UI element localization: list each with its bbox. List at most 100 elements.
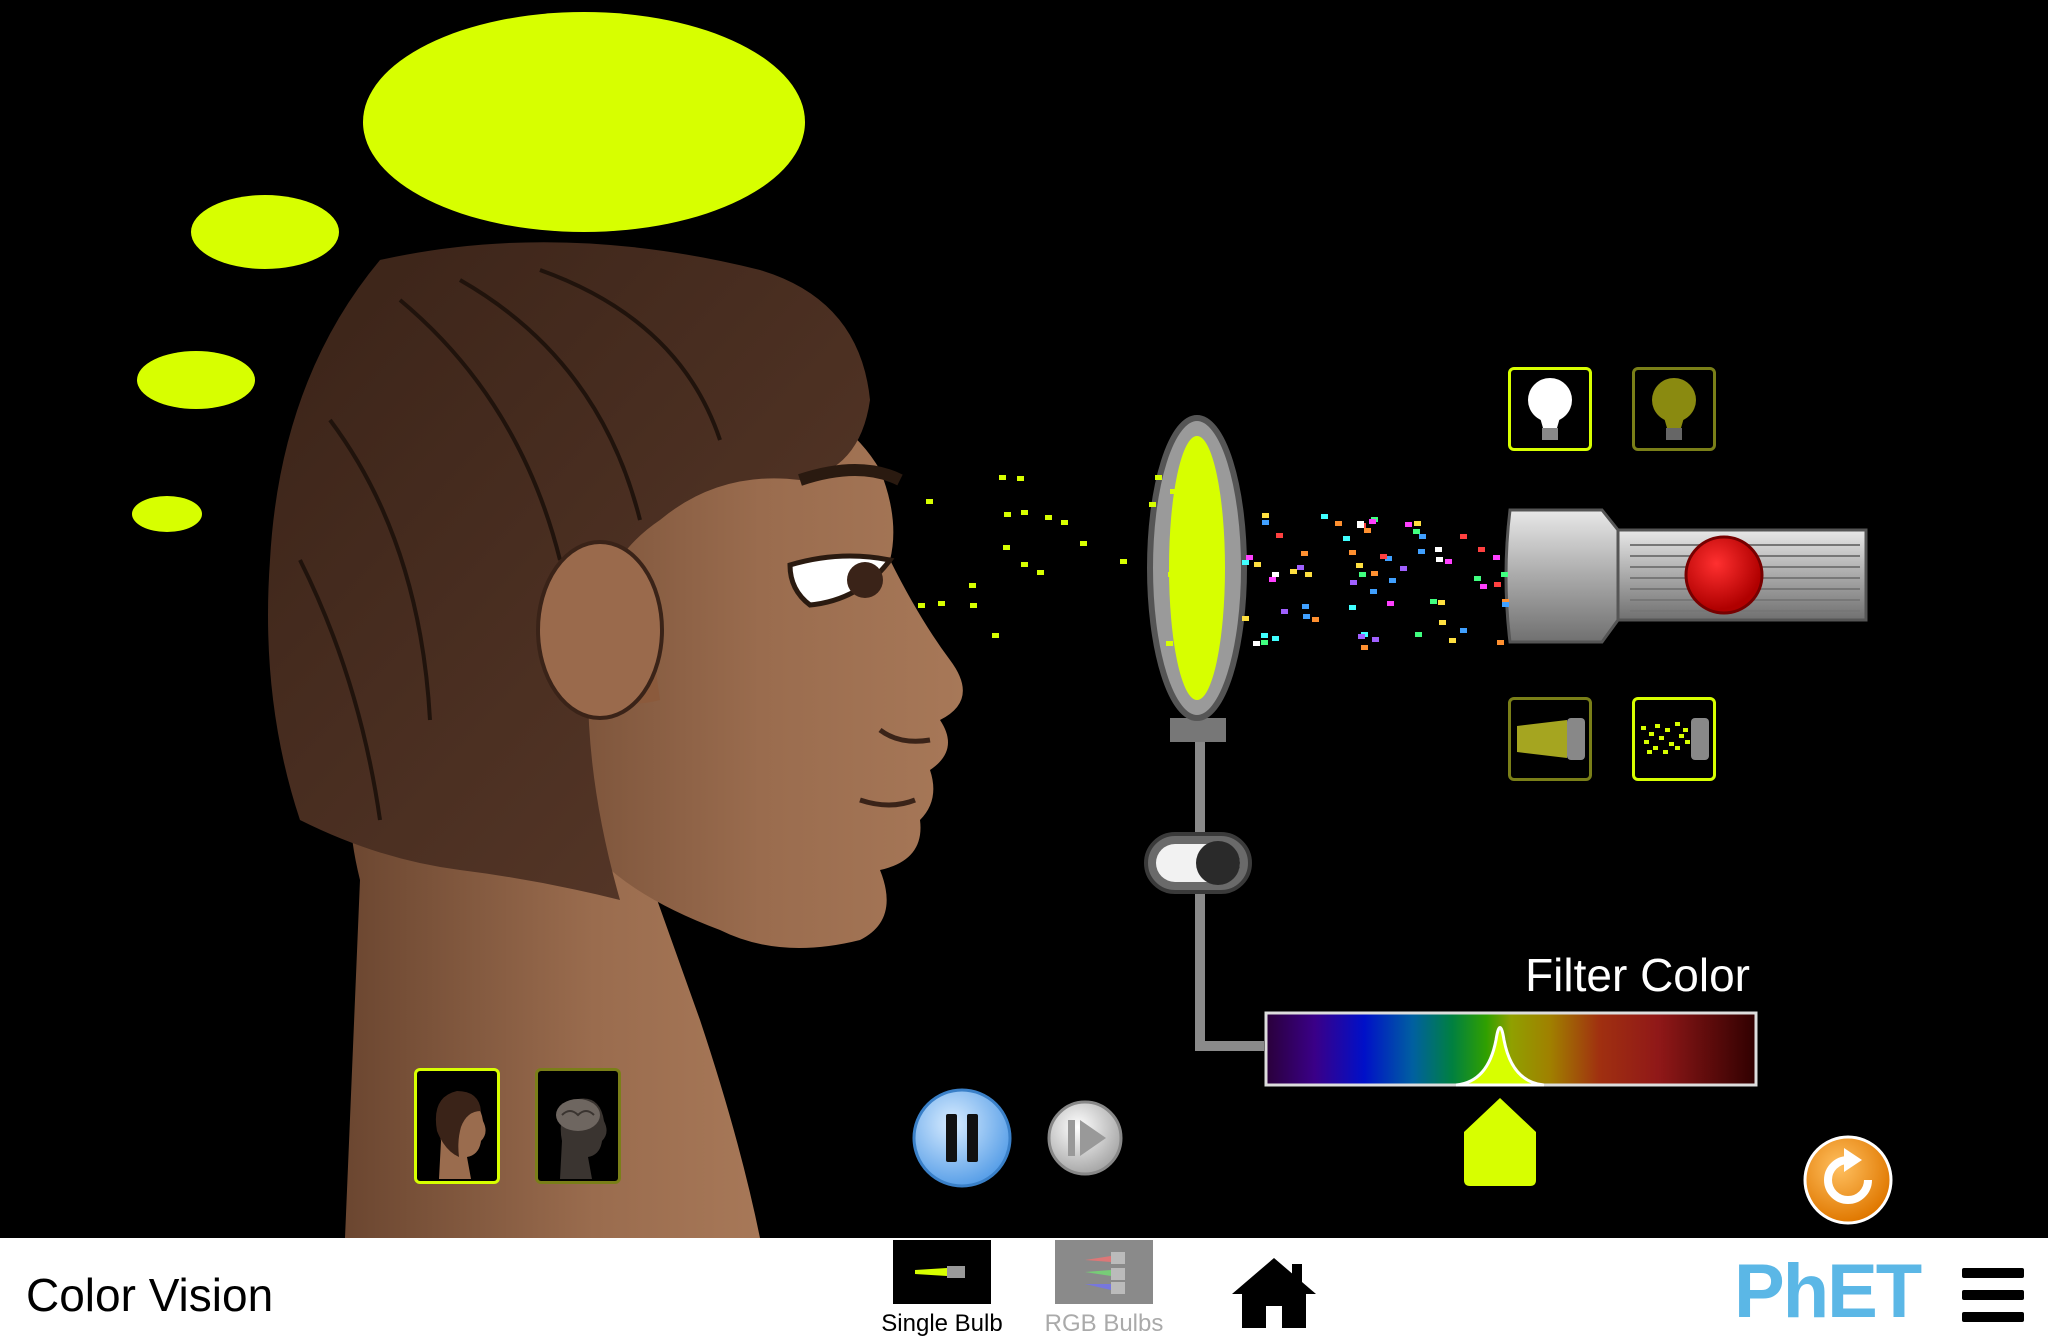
filter-toggle-switch[interactable] bbox=[1144, 832, 1252, 894]
hamburger-menu-icon bbox=[1962, 1268, 2024, 1322]
phet-logo-text: PhET bbox=[1734, 1249, 1922, 1334]
photon bbox=[1301, 551, 1309, 557]
flashlight-power-button[interactable] bbox=[1684, 535, 1764, 615]
photon bbox=[1261, 512, 1269, 518]
photon bbox=[1261, 519, 1269, 525]
photon bbox=[1241, 560, 1249, 566]
photon bbox=[1501, 572, 1509, 578]
filter-slider-thumb[interactable] bbox=[1464, 1098, 1536, 1186]
colored-light-button[interactable] bbox=[1632, 367, 1716, 451]
photon bbox=[1343, 535, 1351, 541]
phet-logo[interactable]: PhET bbox=[1734, 1252, 1934, 1332]
rgb-bulbs-screen-icon bbox=[1055, 1240, 1153, 1304]
photon bbox=[1304, 572, 1312, 578]
thought-bubble-medium bbox=[191, 195, 339, 269]
head-icon bbox=[435, 1091, 486, 1179]
home-button[interactable] bbox=[1226, 1252, 1322, 1332]
filter-color-slider[interactable] bbox=[1264, 1011, 1758, 1186]
photon bbox=[1480, 583, 1488, 589]
photon bbox=[1280, 608, 1288, 614]
photon bbox=[1388, 578, 1396, 584]
solid-beam-icon bbox=[1517, 718, 1585, 760]
photon bbox=[1302, 614, 1310, 620]
photon bbox=[1502, 602, 1510, 608]
photon bbox=[1348, 549, 1356, 555]
photon-filtered bbox=[999, 474, 1007, 480]
photon-filtered bbox=[1021, 510, 1029, 516]
photon-filtered bbox=[1061, 520, 1069, 526]
colored-bulb-icon bbox=[1652, 378, 1696, 440]
brain-view-button[interactable] bbox=[535, 1068, 621, 1184]
photon bbox=[1302, 604, 1310, 610]
photon-filtered bbox=[1036, 569, 1044, 575]
photon-filtered bbox=[968, 583, 976, 589]
photon bbox=[1399, 566, 1407, 572]
photon-filtered bbox=[1170, 488, 1178, 494]
photon bbox=[1320, 514, 1328, 520]
photon bbox=[1379, 554, 1387, 560]
photon bbox=[1276, 533, 1284, 539]
app-title: Color Vision bbox=[26, 1269, 274, 1321]
photon bbox=[1361, 645, 1369, 651]
rgb-bulbs-screen-button[interactable]: RGB Bulbs bbox=[1039, 1240, 1169, 1338]
photon bbox=[1405, 522, 1413, 528]
thought-bubble-large bbox=[363, 12, 805, 232]
photon bbox=[1356, 562, 1364, 568]
navigation-bar: Color Vision Single Bulb RGB Bulbs PhET bbox=[0, 1238, 2048, 1344]
pause-button[interactable] bbox=[912, 1088, 1012, 1188]
photon bbox=[1357, 633, 1365, 639]
photon bbox=[1335, 520, 1343, 526]
photon bbox=[1371, 571, 1379, 577]
photon bbox=[1369, 518, 1377, 524]
photon-filtered bbox=[1168, 572, 1176, 578]
thought-bubble-small bbox=[137, 351, 255, 409]
reset-all-button[interactable] bbox=[1803, 1135, 1893, 1225]
photon-beam-button[interactable] bbox=[1632, 697, 1716, 781]
photon-filtered bbox=[1149, 502, 1157, 508]
step-forward-button[interactable] bbox=[1047, 1100, 1123, 1176]
scene-graphics bbox=[132, 12, 1893, 1238]
white-light-button[interactable] bbox=[1508, 367, 1592, 451]
photon bbox=[1253, 561, 1261, 567]
thought-bubble-tiny bbox=[132, 496, 202, 532]
photon bbox=[1493, 555, 1501, 561]
filter-color-label: Filter Color bbox=[1525, 949, 1750, 1001]
photon bbox=[1414, 631, 1422, 637]
photon bbox=[1496, 639, 1504, 645]
menu-button[interactable] bbox=[1962, 1268, 2024, 1322]
photon-filtered bbox=[969, 603, 977, 609]
white-bulb-icon bbox=[1528, 378, 1572, 440]
photon bbox=[1356, 520, 1364, 526]
photon bbox=[1438, 619, 1446, 625]
photon bbox=[1460, 533, 1468, 539]
single-bulb-screen-icon bbox=[893, 1240, 991, 1304]
photon-filtered bbox=[1020, 561, 1028, 567]
solid-beam-button[interactable] bbox=[1508, 697, 1592, 781]
single-bulb-screen-label: Single Bulb bbox=[881, 1310, 1003, 1337]
photon bbox=[1494, 582, 1502, 588]
photon bbox=[1350, 579, 1358, 585]
photon bbox=[1419, 533, 1427, 539]
photon-filtered bbox=[1119, 558, 1127, 564]
photon bbox=[1418, 549, 1426, 555]
photon-filtered bbox=[925, 499, 933, 505]
home-icon bbox=[1232, 1258, 1316, 1328]
head-view-button[interactable] bbox=[414, 1068, 500, 1184]
photon bbox=[1438, 599, 1446, 605]
photon bbox=[1448, 638, 1456, 644]
photon-filtered bbox=[918, 603, 926, 609]
photon-filtered bbox=[1166, 640, 1174, 646]
flashlight bbox=[1504, 508, 1868, 644]
photon-filtered bbox=[1155, 475, 1163, 481]
photon-filtered bbox=[1017, 475, 1024, 481]
filter-lens bbox=[1169, 436, 1225, 700]
photon bbox=[1297, 565, 1305, 571]
photon-filtered bbox=[991, 633, 999, 639]
photon bbox=[1387, 601, 1395, 607]
filter-assembly bbox=[1147, 415, 1264, 1051]
brain-icon bbox=[556, 1098, 607, 1179]
photon bbox=[1372, 636, 1380, 642]
single-bulb-screen-button[interactable]: Single Bulb bbox=[877, 1240, 1007, 1338]
photon-filtered bbox=[1079, 541, 1087, 547]
photon bbox=[1260, 633, 1268, 639]
